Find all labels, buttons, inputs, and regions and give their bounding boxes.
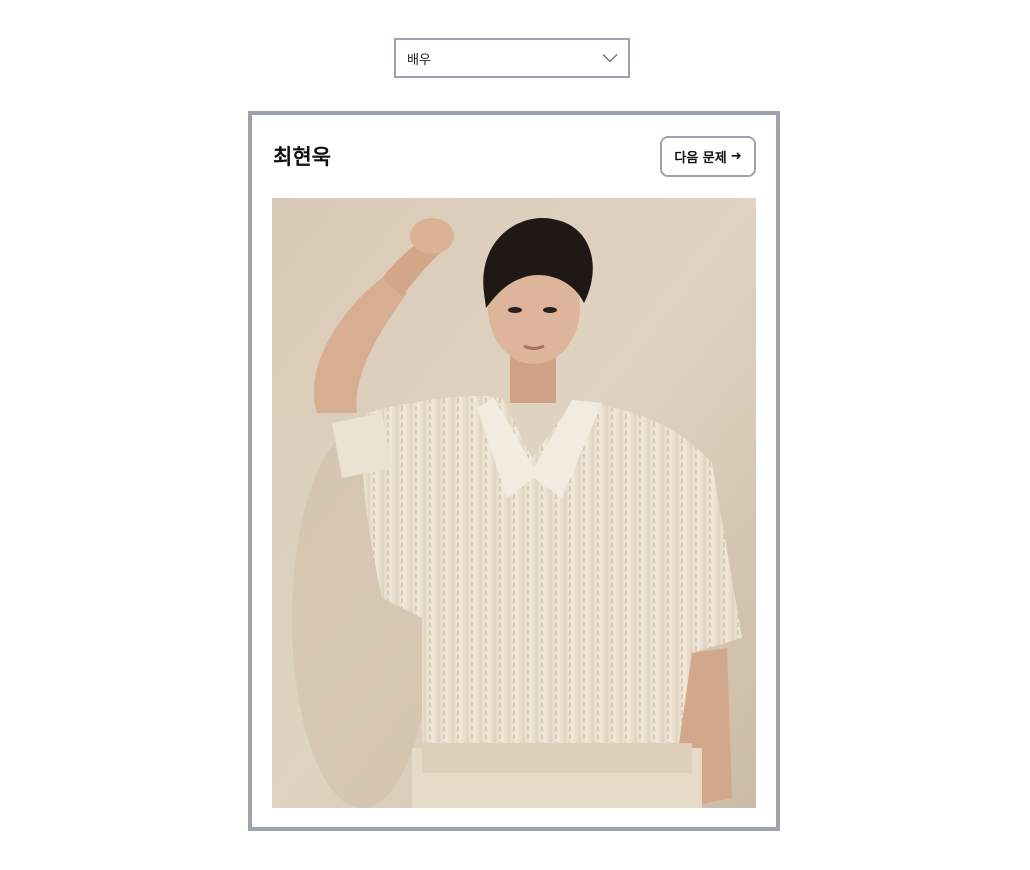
quiz-card: 최현욱 다음 문제 ➜: [248, 111, 780, 831]
next-question-label: 다음 문제: [674, 151, 727, 166]
arrow-right-icon: ➜: [730, 149, 742, 164]
next-question-button[interactable]: 다음 문제 ➜: [660, 136, 756, 177]
person-photo: [272, 198, 756, 808]
chevron-down-icon: [602, 54, 618, 63]
category-select[interactable]: 배우: [394, 38, 630, 78]
answer-name: 최현욱: [273, 145, 331, 169]
category-select-value: 배우: [407, 52, 431, 68]
